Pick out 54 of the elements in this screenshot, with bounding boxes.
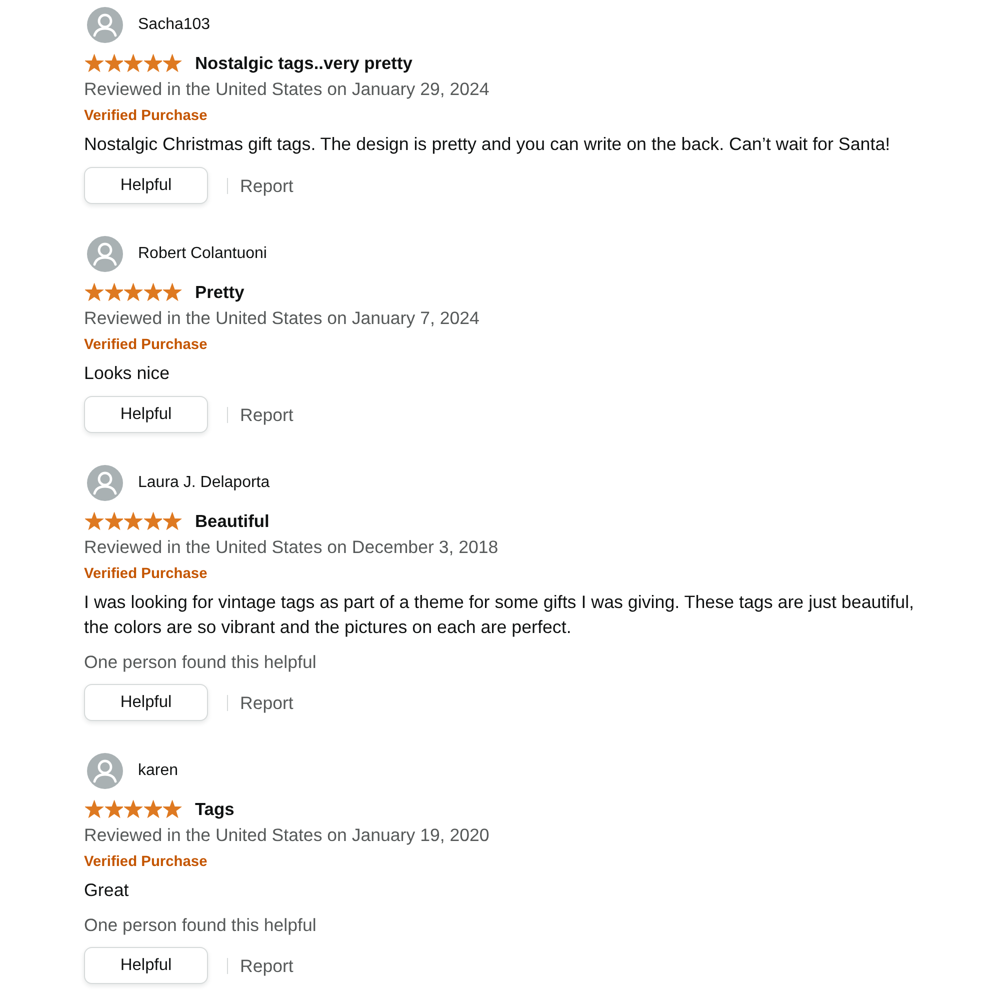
review-text: Nostalgic Christmas gift tags. The design is pretty and you can write on the back. Can’t wait for Santa! [84, 133, 892, 156]
verified-purchase-label: Verified Purchase [84, 107, 208, 126]
reviewer-name[interactable]: Laura J. Delaporta [138, 473, 270, 493]
star-icon [163, 800, 182, 818]
verified-purchase-label: Verified Purchase [84, 853, 208, 872]
review-date: Reviewed in the United States on December 3, 2018 [84, 536, 500, 559]
verified-purchase-label: Verified Purchase [84, 565, 208, 584]
star-icon [85, 54, 104, 72]
review-title[interactable]: Nostalgic tags..very pretty [194, 52, 412, 74]
reviewer-name[interactable]: Robert Colantuoni [138, 244, 267, 264]
star-icon [144, 283, 162, 301]
star-icon [124, 512, 143, 530]
verified-purchase-label: Verified Purchase [84, 336, 208, 355]
avatar-icon [87, 236, 123, 272]
star-icon [85, 512, 104, 530]
helpful-button[interactable]: Helpful [84, 167, 208, 204]
star-icon [163, 283, 182, 301]
review-title[interactable]: Tags [194, 798, 234, 820]
star-icon [104, 512, 124, 530]
star-icon [85, 283, 104, 301]
star-icon [124, 54, 143, 72]
report-link[interactable]: Report [240, 402, 294, 426]
helpful-count: One person found this helpful [84, 651, 318, 674]
star-icon [124, 800, 143, 818]
report-link[interactable]: Report [240, 690, 294, 714]
star-icon [144, 54, 162, 72]
star-icon [104, 283, 124, 301]
review-date: Reviewed in the United States on January 29, 2024 [84, 78, 490, 101]
review-text: Looks nice [84, 362, 171, 385]
star-icon [124, 283, 143, 301]
star-icon [144, 800, 162, 818]
reviewer-name[interactable]: karen [138, 761, 178, 781]
star-icon [163, 512, 182, 530]
avatar-icon [87, 7, 123, 43]
report-link[interactable]: Report [240, 174, 294, 198]
review-date: Reviewed in the United States on January 7, 2024 [84, 307, 480, 330]
star-icon [104, 800, 124, 818]
review-text: I was looking for vintage tags as part of a theme for some gifts I was giving. These tags are just beautiful, the colors are so vibrant and the pictures on each are perfect. [84, 591, 916, 639]
report-link[interactable]: Report [240, 954, 294, 978]
avatar-icon [87, 753, 123, 789]
star-icon [144, 512, 162, 530]
review-title[interactable]: Beautiful [194, 510, 270, 532]
star-icon [85, 800, 104, 818]
helpful-count: One person found this helpful [84, 914, 318, 937]
review-text: Great [84, 879, 130, 902]
helpful-button[interactable]: Helpful [84, 947, 208, 984]
star-icon [104, 54, 124, 72]
helpful-button[interactable]: Helpful [84, 396, 208, 433]
review-date: Reviewed in the United States on January 19, 2020 [84, 824, 490, 847]
star-icon [163, 54, 182, 72]
helpful-button[interactable]: Helpful [84, 684, 208, 721]
reviewer-name[interactable]: Sacha103 [138, 15, 210, 35]
avatar-icon [87, 465, 123, 501]
review-title[interactable]: Pretty [194, 281, 244, 303]
